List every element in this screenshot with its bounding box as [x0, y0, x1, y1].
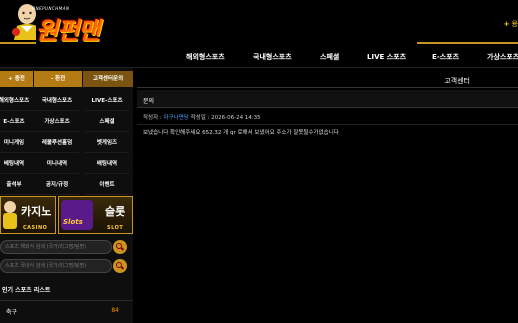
main-content: 고객센터 문의 작성자 : 아구나면당 작성일 : 2026-06-24 14:… — [137, 68, 518, 323]
withdraw-button[interactable]: - 환전 — [34, 71, 82, 87]
nav-esports[interactable]: E-스포츠 — [432, 52, 459, 62]
sport-name: 축구 — [6, 309, 18, 316]
slot-banner-subtitle: SLOT — [107, 225, 124, 231]
menu-events[interactable]: 이벤트 — [85, 175, 129, 195]
menu-notice-rules[interactable]: 공지/규정 — [35, 175, 79, 195]
page-title: 고객센터 — [444, 77, 470, 85]
post-subject: 문의 — [143, 98, 155, 105]
sport-count: 84 — [111, 307, 119, 314]
divider — [137, 124, 518, 125]
left-sidebar: + 충전 - 환전 고객센터문의 해외형스포츠 국내형스포츠 LIVE-스포츠 … — [0, 68, 133, 323]
menu-bet-history[interactable]: 베팅내역 — [0, 154, 36, 174]
menu-attendance[interactable]: 출석부 — [0, 175, 36, 195]
menu-foreign-sports[interactable]: 해외형스포츠 — [0, 91, 36, 111]
top-right-label: 용 — [511, 20, 518, 28]
menu-esports[interactable]: E-스포츠 — [0, 112, 36, 132]
casino-character-icon — [3, 201, 17, 229]
casino-banner-title: 카지노 — [21, 205, 52, 218]
top-right-link[interactable]: + 용 — [504, 19, 518, 29]
support-inquiry-button[interactable]: 고객센터문의 — [83, 71, 133, 87]
menu-live-sports[interactable]: LIVE-스포츠 — [85, 91, 129, 111]
menu-special[interactable]: 스페셜 — [85, 112, 129, 132]
foreign-search-button[interactable] — [113, 240, 127, 254]
post-date: 작성일 : 2026-06-24 14:35 — [188, 115, 261, 121]
deposit-button[interactable]: + 충전 — [0, 71, 33, 87]
domestic-sports-search-input[interactable]: 스포츠 국내식 검색 (국가/리그명/팀명) — [0, 259, 112, 273]
post-body: 보냈습니다 확인해주세요 652.32 개 qr 로해서 보냈어요 주소가 잘못… — [143, 130, 339, 136]
slot-banner[interactable]: Slots 슬롯 SLOT — [58, 196, 133, 234]
menu-mini-history[interactable]: 미니내역 — [35, 154, 79, 174]
casino-banner-subtitle: CASINO — [23, 225, 48, 231]
nav-virtual-sports[interactable]: 가상스포츠 — [487, 52, 518, 62]
menu-betting-history[interactable]: 배팅내역 — [85, 154, 129, 174]
menu-virtual-sports[interactable]: 가상스포츠 — [35, 112, 79, 132]
nav-live-sports[interactable]: LIVE 스포츠 — [367, 52, 406, 62]
author-label: 작성자 : — [143, 115, 164, 121]
slot-banner-title: 슬롯 — [105, 205, 126, 218]
site-logo[interactable]: ONEPUNCHMAN 원펀맨 — [2, 0, 417, 266]
plus-icon: + — [503, 20, 510, 28]
nav-domestic-sports[interactable]: 국내형스포츠 — [253, 52, 292, 62]
slots-logo: Slots — [63, 218, 83, 226]
menu-revolution-holdem[interactable]: 레볼루션홀덤 — [35, 133, 79, 153]
foreign-sports-search-input[interactable]: 스포츠 해외식 검색 (국가/리그명/팀명) — [0, 240, 112, 254]
domestic-search-button[interactable] — [113, 259, 127, 273]
list-item[interactable]: 축구 84 — [0, 300, 133, 318]
menu-betgames[interactable]: 벳게임즈 — [85, 133, 129, 153]
slot-machine-icon: Slots — [61, 200, 93, 230]
menu-domestic-sports[interactable]: 국내형스포츠 — [35, 91, 79, 111]
post-subject-bar: 문의 — [137, 90, 518, 108]
site-header: ONEPUNCHMAN 원펀맨 + 용 — [0, 0, 518, 266]
post-meta: 작성자 : 아구나면당 작성일 : 2026-06-24 14:35 — [143, 113, 261, 121]
nav-foreign-sports[interactable]: 해외형스포츠 — [186, 52, 225, 62]
popular-sports-title: 인기 스포츠 리스트 — [2, 287, 51, 294]
menu-minigame[interactable]: 미니게임 — [0, 133, 36, 153]
nav-special[interactable]: 스페셜 — [320, 52, 339, 62]
page-title-bar: 고객센터 — [137, 70, 518, 88]
main-nav: 해외형스포츠 국내형스포츠 스페셜 LIVE 스포츠 E-스포츠 가상스포츠 — [0, 46, 518, 68]
casino-banner[interactable]: 카지노 CASINO — [0, 196, 56, 234]
post-author[interactable]: 아구나면당 — [164, 115, 189, 121]
